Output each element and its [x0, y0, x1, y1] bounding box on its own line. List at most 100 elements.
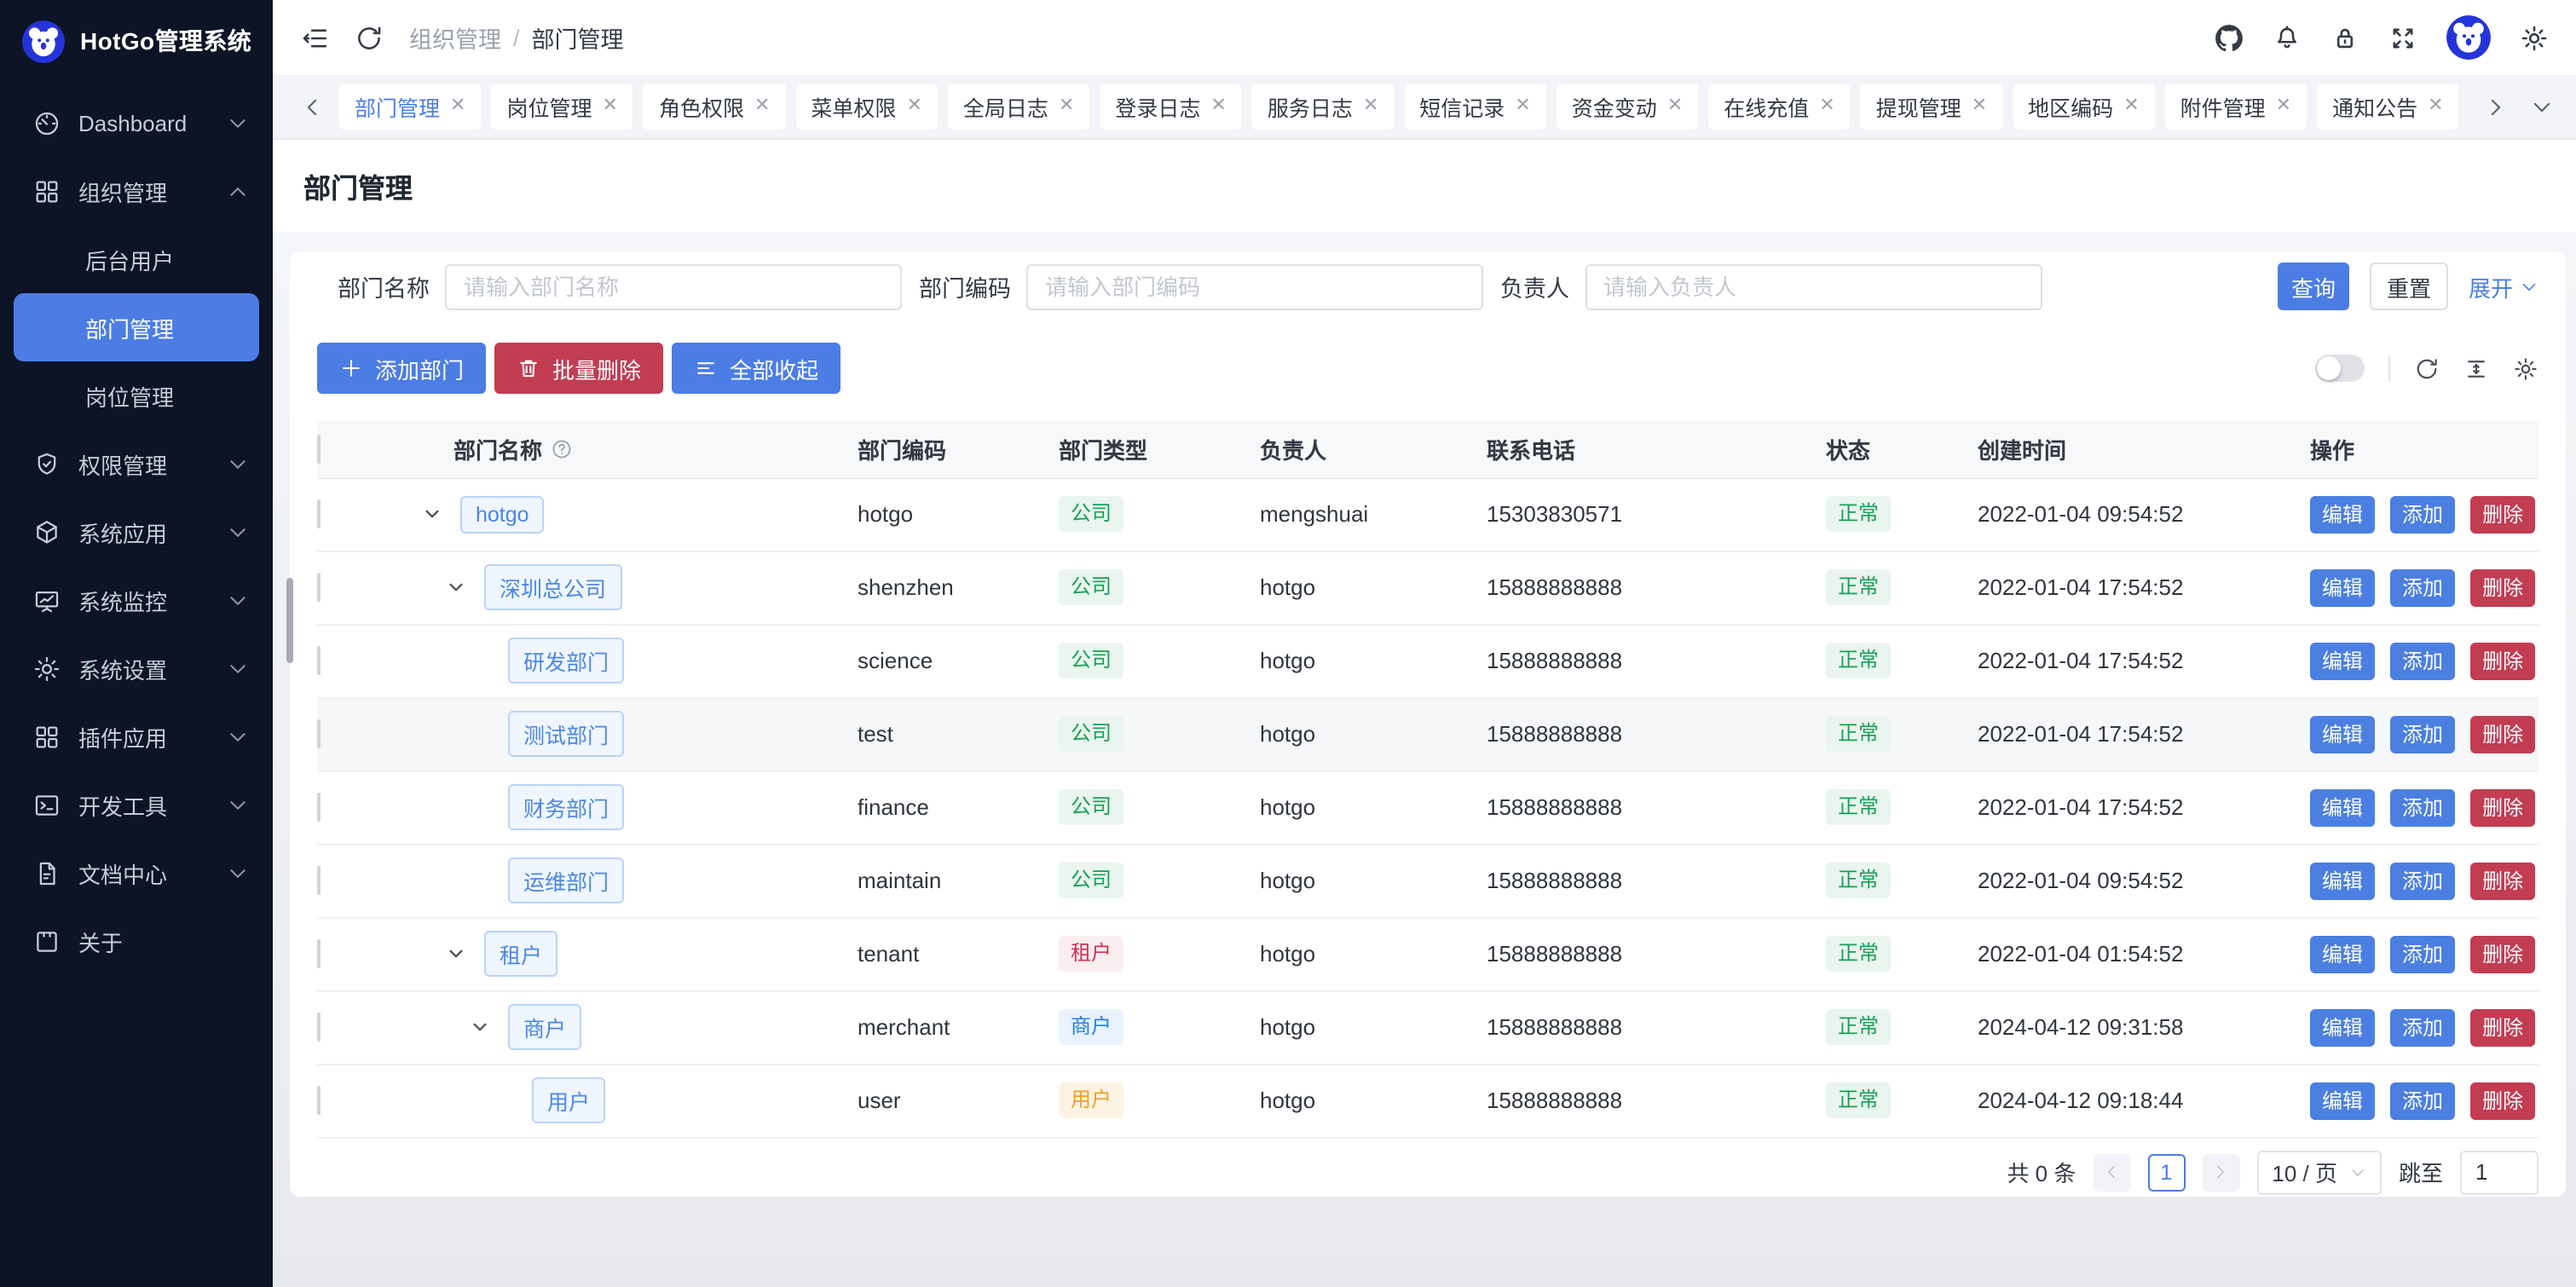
jump-page-input[interactable] [2460, 1150, 2538, 1194]
tab-online-recharge[interactable]: 在线充值✕ [1708, 84, 1850, 130]
row-checkbox[interactable] [317, 1086, 321, 1115]
add-button[interactable]: 添加 [2390, 715, 2455, 753]
sidebar-item-sys-app[interactable]: 系统应用 [0, 498, 273, 566]
sidebar-item-sys-monitor[interactable]: 系统监控 [0, 566, 273, 634]
reset-button[interactable]: 重置 [2370, 263, 2448, 310]
sidebar-item-org-manage[interactable]: 组织管理 [0, 157, 273, 225]
expand-toggle[interactable] [447, 578, 484, 597]
breadcrumb-parent[interactable]: 组织管理 [409, 20, 501, 55]
batch-delete-button[interactable]: 批量删除 [494, 343, 663, 394]
dept-code-input[interactable] [1026, 263, 1483, 309]
add-button[interactable]: 添加 [2390, 788, 2455, 826]
add-button[interactable]: 添加 [2390, 495, 2455, 533]
expand-toggle[interactable] [471, 1018, 508, 1036]
close-icon[interactable]: ✕ [1363, 97, 1378, 116]
notification-bell-icon[interactable] [2273, 23, 2302, 52]
tab-role-perm[interactable]: 角色权限✕ [644, 84, 785, 130]
close-icon[interactable]: ✕ [450, 97, 465, 116]
row-checkbox[interactable] [317, 793, 321, 822]
add-button[interactable]: 添加 [2390, 642, 2455, 679]
tab-attachment-manage[interactable]: 附件管理✕ [2165, 84, 2307, 130]
delete-button[interactable]: 删除 [2470, 568, 2535, 606]
close-icon[interactable]: ✕ [603, 97, 618, 116]
delete-button[interactable]: 删除 [2470, 715, 2535, 753]
page-size-select[interactable]: 10 / 页 [2256, 1150, 2382, 1194]
sidebar-item-dept-manage[interactable]: 部门管理 [14, 293, 259, 361]
tabs-scroll-right-icon[interactable] [2484, 95, 2508, 118]
sidebar-item-backend-users[interactable]: 后台用户 [0, 225, 273, 293]
tabs-dropdown-icon[interactable] [2530, 95, 2554, 118]
delete-button[interactable]: 删除 [2470, 788, 2535, 826]
close-icon[interactable]: ✕ [1210, 97, 1226, 116]
add-department-button[interactable]: 添加部门 [317, 343, 486, 394]
sidebar-item-sys-settings[interactable]: 系统设置 [0, 634, 273, 702]
close-icon[interactable]: ✕ [2428, 97, 2443, 116]
tab-post-manage[interactable]: 岗位管理✕ [491, 84, 632, 130]
close-icon[interactable]: ✕ [2123, 97, 2139, 116]
edit-button[interactable]: 编辑 [2310, 935, 2375, 972]
edit-button[interactable]: 编辑 [2310, 1008, 2375, 1046]
row-checkbox[interactable] [317, 719, 321, 748]
add-button[interactable]: 添加 [2390, 1008, 2455, 1046]
edit-button[interactable]: 编辑 [2310, 1082, 2375, 1119]
delete-button[interactable]: 删除 [2470, 1082, 2535, 1119]
close-icon[interactable]: ✕ [754, 97, 770, 116]
edit-button[interactable]: 编辑 [2310, 568, 2375, 606]
column-settings-icon[interactable] [2513, 355, 2538, 381]
row-density-icon[interactable] [2463, 355, 2489, 381]
tab-menu-perm[interactable]: 菜单权限✕ [795, 84, 937, 130]
close-icon[interactable]: ✕ [906, 97, 921, 116]
refresh-page-icon[interactable] [355, 23, 384, 52]
tab-fund-change[interactable]: 资金变动✕ [1557, 84, 1698, 130]
sidebar-item-doc-center[interactable]: 文档中心 [0, 839, 273, 907]
collapse-all-button[interactable]: 全部收起 [672, 343, 840, 394]
add-button[interactable]: 添加 [2390, 862, 2455, 899]
collapse-menu-icon[interactable] [300, 23, 329, 52]
row-checkbox[interactable] [317, 646, 321, 675]
sidebar-item-post-manage[interactable]: 岗位管理 [0, 361, 273, 430]
striped-toggle[interactable] [2315, 355, 2365, 382]
close-icon[interactable]: ✕ [1667, 97, 1683, 116]
tab-sms-record[interactable]: 短信记录✕ [1404, 84, 1545, 130]
add-button[interactable]: 添加 [2390, 568, 2455, 606]
tab-notice[interactable]: 通知公告✕ [2317, 84, 2458, 130]
tab-dept-manage[interactable]: 部门管理✕ [339, 84, 481, 130]
tab-withdraw-manage[interactable]: 提现管理✕ [1861, 84, 2002, 130]
edit-button[interactable]: 编辑 [2310, 862, 2375, 899]
tab-login-log[interactable]: 登录日志✕ [1100, 84, 1241, 130]
sidebar-item-dev-tools[interactable]: 开发工具 [0, 770, 273, 839]
delete-button[interactable]: 删除 [2470, 642, 2535, 679]
expand-toggle[interactable] [447, 944, 484, 963]
close-icon[interactable]: ✕ [1972, 97, 1987, 116]
expand-toggle[interactable] [423, 505, 460, 523]
add-button[interactable]: 添加 [2390, 1082, 2455, 1119]
sidebar-scrollbar-thumb[interactable] [286, 578, 293, 663]
close-icon[interactable]: ✕ [1819, 97, 1834, 116]
delete-button[interactable]: 删除 [2470, 935, 2535, 972]
close-icon[interactable]: ✕ [1059, 97, 1074, 116]
next-page-button[interactable] [2202, 1153, 2239, 1191]
delete-button[interactable]: 删除 [2470, 862, 2535, 899]
prev-page-button[interactable] [2093, 1153, 2130, 1191]
sidebar-item-plugin-app[interactable]: 插件应用 [0, 702, 273, 770]
leader-input[interactable] [1585, 263, 2042, 309]
delete-button[interactable]: 删除 [2470, 1008, 2535, 1046]
row-checkbox[interactable] [317, 866, 321, 895]
close-icon[interactable]: ✕ [1515, 97, 1530, 116]
select-all-checkbox[interactable] [317, 435, 321, 464]
row-checkbox[interactable] [317, 499, 321, 528]
query-button[interactable]: 查询 [2278, 263, 2349, 310]
edit-button[interactable]: 编辑 [2310, 715, 2375, 753]
help-question-icon[interactable] [551, 438, 573, 460]
delete-button[interactable]: 删除 [2470, 495, 2535, 533]
row-checkbox[interactable] [317, 573, 321, 602]
expand-link[interactable]: 展开 [2469, 270, 2538, 303]
sidebar-item-perm-manage[interactable]: 权限管理 [0, 430, 273, 498]
dept-name-input[interactable] [445, 263, 902, 309]
row-checkbox[interactable] [317, 939, 321, 968]
lock-screen-icon[interactable] [2331, 23, 2359, 52]
github-icon[interactable] [2215, 23, 2244, 52]
close-icon[interactable]: ✕ [2276, 97, 2291, 116]
current-page-button[interactable]: 1 [2147, 1153, 2185, 1191]
add-button[interactable]: 添加 [2390, 935, 2455, 972]
